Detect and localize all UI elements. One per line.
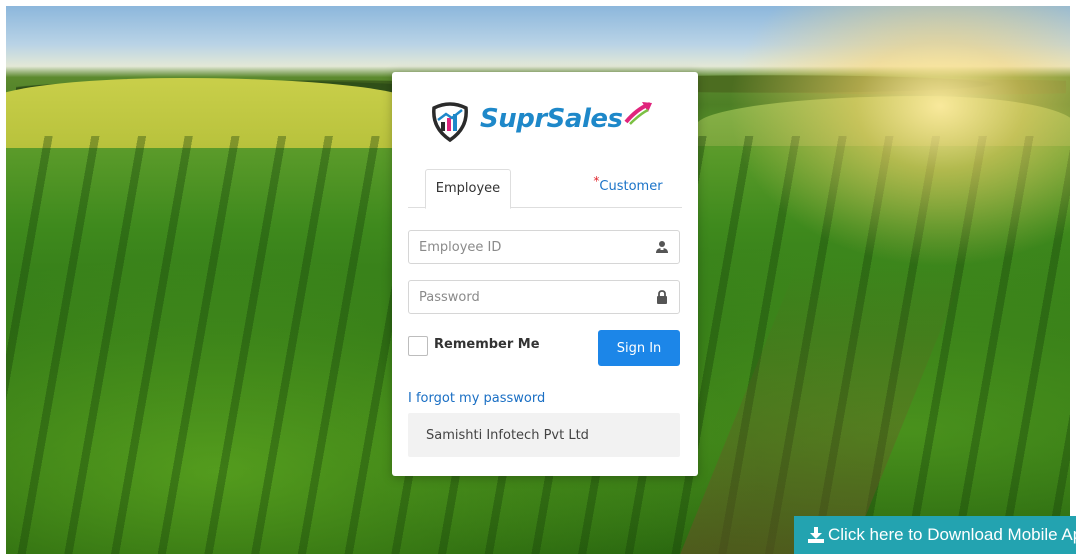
- employee-id-input[interactable]: [409, 231, 649, 263]
- logo-wordmark: SuprSales: [480, 104, 623, 134]
- company-name: Samishti Infotech Pvt Ltd: [426, 428, 589, 443]
- suprsales-logo: SuprSales: [428, 98, 668, 146]
- company-footer: Samishti Infotech Pvt Ltd: [408, 413, 680, 457]
- remember-me-checkbox[interactable]: [408, 336, 428, 356]
- sign-in-button[interactable]: Sign In: [598, 330, 680, 366]
- download-app-button[interactable]: Click here to Download Mobile App: [794, 516, 1076, 554]
- tab-employee[interactable]: Employee: [425, 169, 511, 209]
- login-tabs: Employee *Customer: [408, 169, 682, 209]
- forgot-password-link[interactable]: I forgot my password: [408, 391, 545, 406]
- user-icon: [656, 241, 668, 253]
- download-icon: [808, 527, 824, 543]
- login-card: SuprSales Employee *Customer Remember Me…: [392, 72, 698, 476]
- logo-arrow-icon: [624, 102, 652, 125]
- remember-me-label[interactable]: Remember Me: [434, 337, 540, 352]
- employee-id-field: [408, 230, 680, 264]
- download-app-label: Click here to Download Mobile App: [828, 525, 1076, 544]
- logo-shield-icon: [432, 102, 468, 143]
- lock-icon: [657, 290, 667, 304]
- password-field: [408, 280, 680, 314]
- tab-customer[interactable]: *Customer: [578, 169, 678, 207]
- password-input[interactable]: [409, 281, 649, 313]
- required-marker: *: [593, 174, 600, 188]
